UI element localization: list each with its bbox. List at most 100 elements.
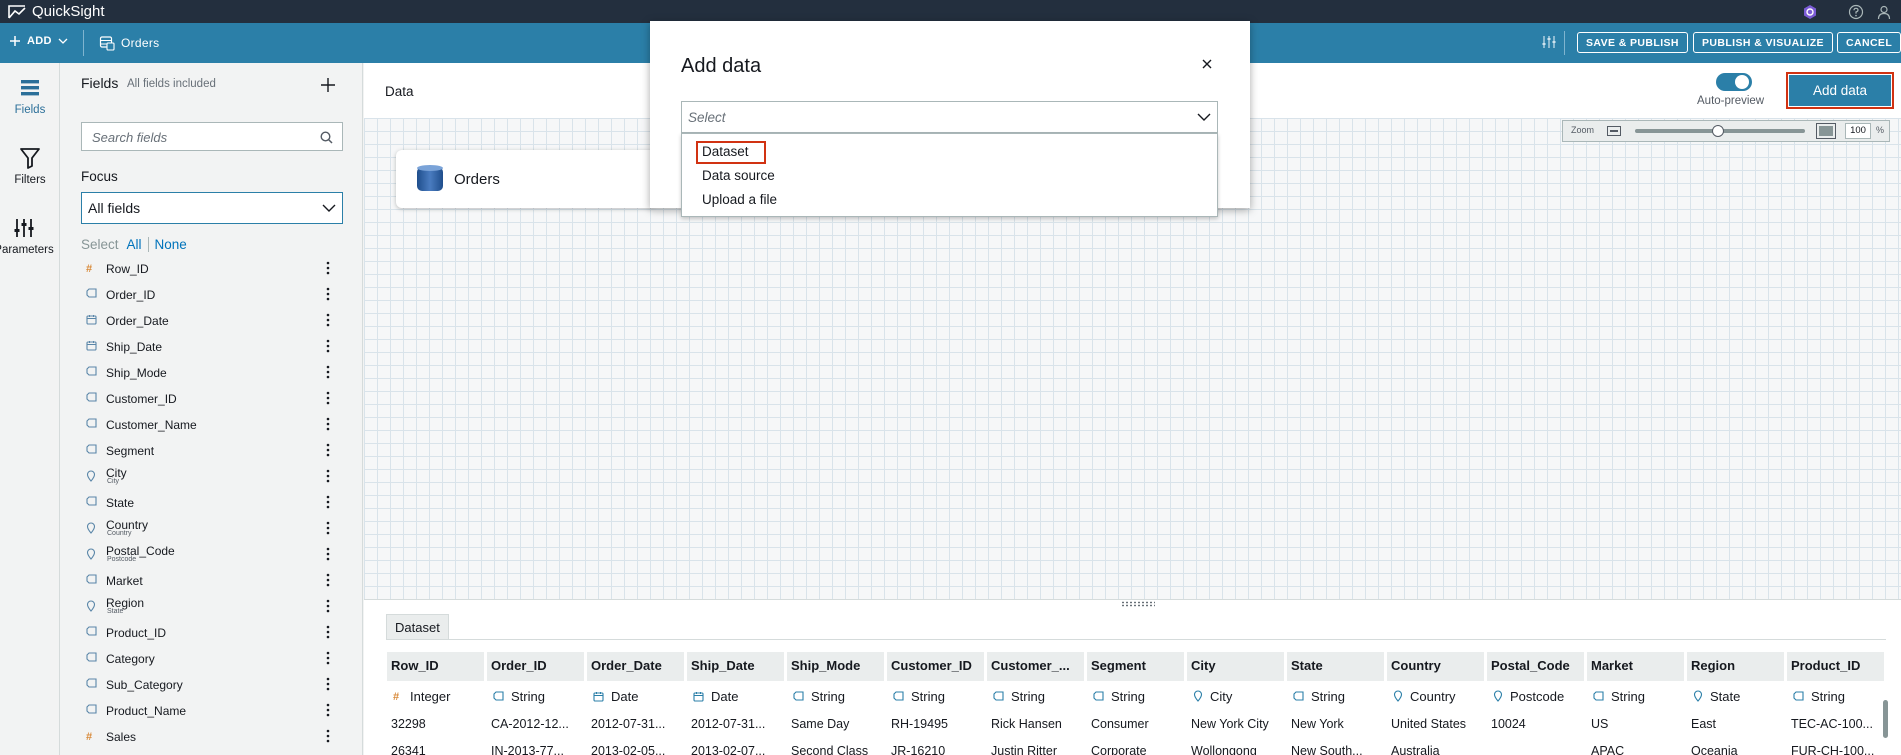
data-type-select[interactable]: Select <box>681 101 1218 133</box>
column-header[interactable]: Ship_Mode <box>787 652 884 681</box>
cancel-button[interactable]: CANCEL <box>1837 32 1901 53</box>
field-item-sub-category[interactable]: Sub_Category <box>81 672 343 698</box>
more-options-icon[interactable] <box>326 469 330 483</box>
column-type[interactable]: State <box>1687 683 1784 709</box>
account-badge-icon[interactable] <box>1802 4 1818 20</box>
column-header[interactable]: Product_ID <box>1787 652 1884 681</box>
resize-handle[interactable] <box>1121 601 1155 607</box>
field-item-city[interactable]: City City <box>81 464 343 490</box>
field-item-customer-id[interactable]: Customer_ID <box>81 386 343 412</box>
column-header[interactable]: Row_ID <box>387 652 484 681</box>
column-header[interactable]: Order_ID <box>487 652 584 681</box>
column-type[interactable]: String <box>1087 683 1184 709</box>
more-options-icon[interactable] <box>326 625 330 639</box>
field-item-product-id[interactable]: Product_ID <box>81 620 343 646</box>
field-item-order-id[interactable]: Order_ID <box>81 282 343 308</box>
more-options-icon[interactable] <box>326 599 330 613</box>
column-type[interactable]: # Integer <box>387 683 484 709</box>
column-type[interactable]: Date <box>687 683 784 709</box>
column-header[interactable]: Region <box>1687 652 1784 681</box>
column-type[interactable]: City <box>1187 683 1284 709</box>
column-type[interactable]: Date <box>587 683 684 709</box>
column-type[interactable]: String <box>1287 683 1384 709</box>
zoom-value-input[interactable]: 100 <box>1845 123 1871 139</box>
field-item-customer-name[interactable]: Customer_Name <box>81 412 343 438</box>
column-header[interactable]: Country <box>1387 652 1484 681</box>
more-options-icon[interactable] <box>326 729 330 743</box>
field-item-state[interactable]: State <box>81 490 343 516</box>
option-upload-file[interactable]: Upload a file <box>702 192 777 207</box>
dataset-node[interactable]: Orders <box>396 150 656 208</box>
field-item-country[interactable]: Country Country <box>81 516 343 542</box>
field-item-sales[interactable]: # Sales <box>81 724 343 750</box>
column-header[interactable]: Market <box>1587 652 1684 681</box>
column-type[interactable]: String <box>1787 683 1884 709</box>
column-header[interactable]: Segment <box>1087 652 1184 681</box>
column-header[interactable]: State <box>1287 652 1384 681</box>
save-publish-button[interactable]: SAVE & PUBLISH <box>1577 32 1688 53</box>
table-scrollbar[interactable] <box>1883 700 1888 738</box>
option-dataset[interactable]: Dataset <box>702 144 749 159</box>
focus-select[interactable]: All fields <box>81 192 343 224</box>
more-options-icon[interactable] <box>326 287 330 301</box>
column-header[interactable]: Customer_... <box>987 652 1084 681</box>
column-header[interactable]: Postal_Code <box>1487 652 1584 681</box>
field-item-market[interactable]: Market <box>81 568 343 594</box>
rail-item-parameters[interactable]: Parameters <box>0 216 60 256</box>
search-fields-input[interactable]: Search fields <box>81 122 343 151</box>
more-options-icon[interactable] <box>326 339 330 353</box>
app-logo[interactable]: QuickSight <box>8 3 105 20</box>
more-options-icon[interactable] <box>326 313 330 327</box>
zoom-slider-thumb[interactable] <box>1712 125 1724 137</box>
zoom-out-icon[interactable] <box>1607 126 1621 136</box>
option-data-source[interactable]: Data source <box>702 168 775 183</box>
select-all-link[interactable]: All <box>127 237 142 252</box>
user-icon[interactable] <box>1876 4 1892 20</box>
field-item-ship-date[interactable]: Ship_Date <box>81 334 343 360</box>
more-options-icon[interactable] <box>326 677 330 691</box>
more-options-icon[interactable] <box>326 365 330 379</box>
column-header[interactable]: Ship_Date <box>687 652 784 681</box>
column-type[interactable]: Country <box>1387 683 1484 709</box>
column-type[interactable]: String <box>1587 683 1684 709</box>
rail-item-fields[interactable]: Fields <box>0 76 60 116</box>
field-item-product-name[interactable]: Product_Name <box>81 698 343 724</box>
column-header[interactable]: Customer_ID <box>887 652 984 681</box>
add-data-button[interactable]: Add data <box>1786 72 1894 109</box>
field-item-segment[interactable]: Segment <box>81 438 343 464</box>
more-options-icon[interactable] <box>326 443 330 457</box>
column-type[interactable]: String <box>487 683 584 709</box>
close-icon[interactable] <box>1201 58 1213 70</box>
more-options-icon[interactable] <box>326 573 330 587</box>
more-options-icon[interactable] <box>326 417 330 431</box>
tab-dataset[interactable]: Dataset <box>386 614 449 639</box>
field-item-postal-code[interactable]: Postal_Code Postcode <box>81 542 343 568</box>
column-type[interactable]: Postcode <box>1487 683 1584 709</box>
publish-visualize-button[interactable]: PUBLISH & VISUALIZE <box>1693 32 1833 53</box>
auto-preview-toggle[interactable] <box>1716 73 1752 91</box>
column-header[interactable]: Order_Date <box>587 652 684 681</box>
select-none-link[interactable]: None <box>155 237 187 252</box>
field-item-row-id[interactable]: # Row_ID <box>81 256 343 282</box>
add-menu-button[interactable]: ADD <box>9 35 68 47</box>
column-type[interactable]: String <box>787 683 884 709</box>
column-type[interactable]: String <box>887 683 984 709</box>
column-type[interactable]: String <box>987 683 1084 709</box>
more-options-icon[interactable] <box>326 703 330 717</box>
settings-sliders-icon[interactable] <box>1541 34 1557 50</box>
field-item-ship-mode[interactable]: Ship_Mode <box>81 360 343 386</box>
zoom-in-icon[interactable] <box>1816 123 1836 139</box>
help-icon[interactable] <box>1848 4 1864 20</box>
field-item-category[interactable]: Category <box>81 646 343 672</box>
more-options-icon[interactable] <box>326 495 330 509</box>
add-field-icon[interactable] <box>321 78 335 92</box>
rail-item-filters[interactable]: Filters <box>0 146 60 186</box>
dataset-name-button[interactable]: Orders <box>99 35 159 51</box>
more-options-icon[interactable] <box>326 391 330 405</box>
more-options-icon[interactable] <box>326 547 330 561</box>
field-item-region[interactable]: Region State <box>81 594 343 620</box>
more-options-icon[interactable] <box>326 651 330 665</box>
more-options-icon[interactable] <box>326 261 330 275</box>
more-options-icon[interactable] <box>326 521 330 535</box>
column-header[interactable]: City <box>1187 652 1284 681</box>
